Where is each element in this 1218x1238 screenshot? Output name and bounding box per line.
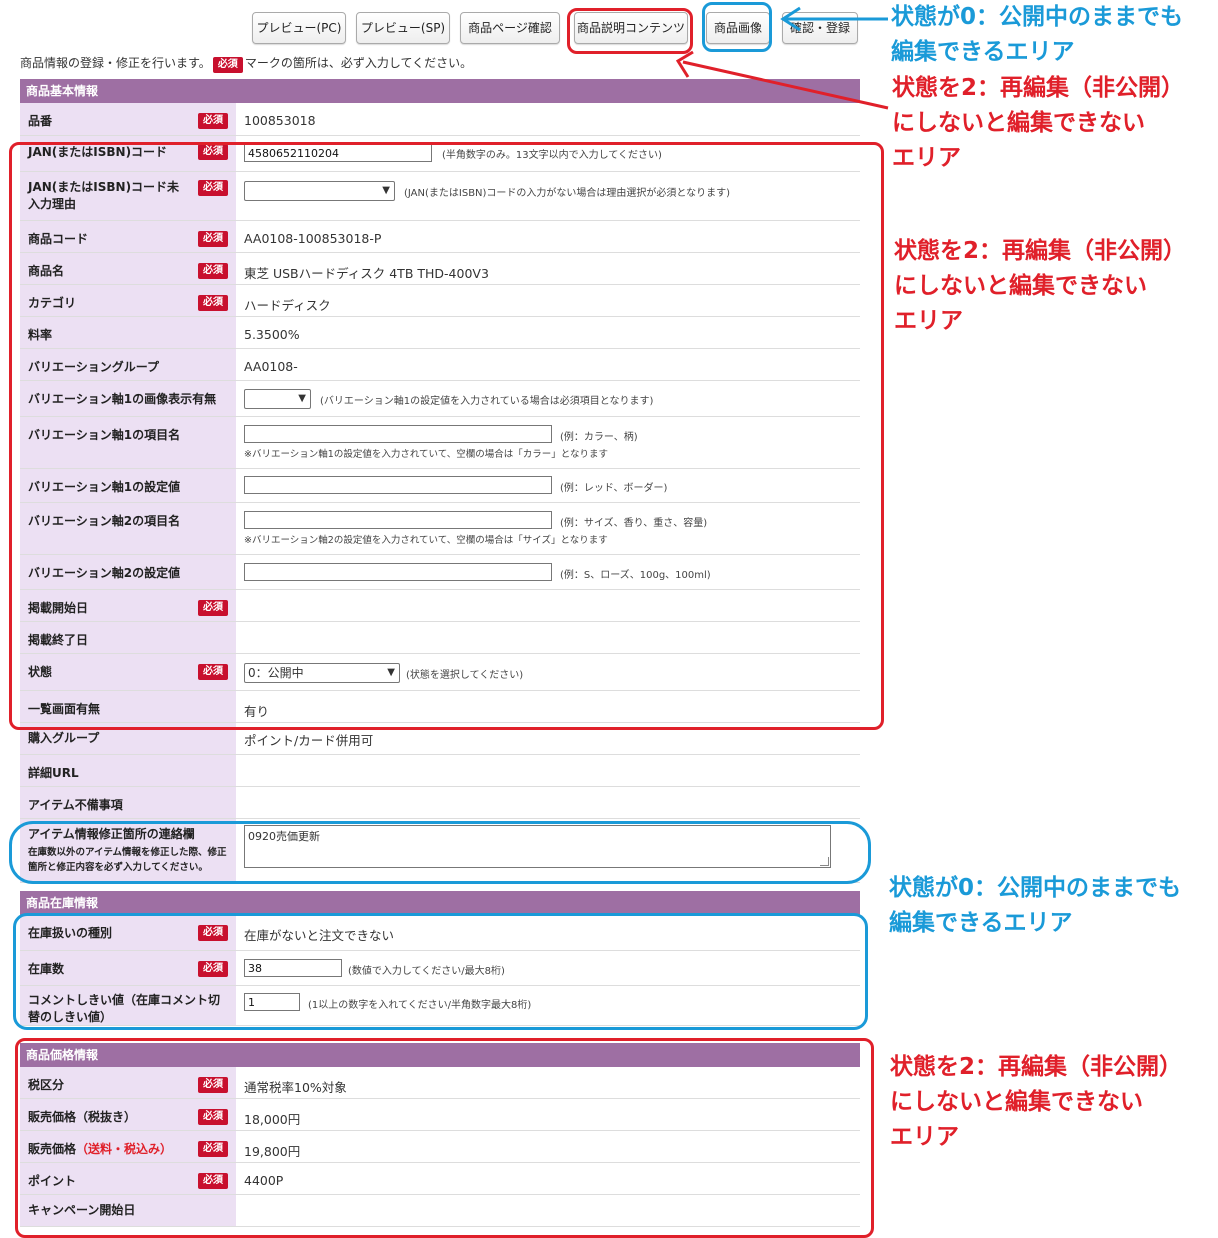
annotation-editable-top: 状態が0：公開中のままでも 編集できるエリア (891, 4, 1184, 65)
arrow-left-icon (780, 6, 888, 32)
arrow-left-icon (675, 50, 889, 110)
annotation-editable-stock: 状態が0：公開中のままでも 編集できるエリア (889, 875, 1182, 936)
annotation-arrows (675, 6, 889, 110)
annotation-reedit-basic: 状態を2：再編集（非公開） にしないと編集できない エリア (894, 238, 1187, 334)
annotation-reedit-top: 状態を2：再編集（非公開） にしないと編集できない エリア (892, 75, 1185, 171)
annotation-reedit-price: 状態を2：再編集（非公開） にしないと編集できない エリア (890, 1054, 1183, 1150)
